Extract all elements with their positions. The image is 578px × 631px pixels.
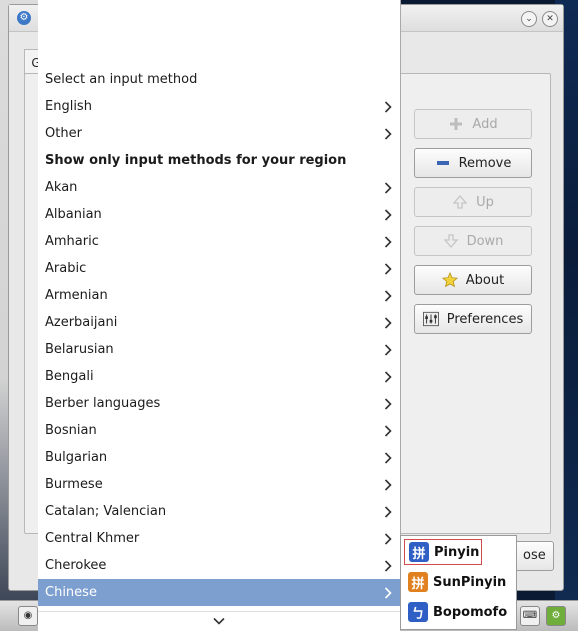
menu-item-berber-languages[interactable]: Berber languages	[38, 390, 400, 417]
chevron-right-icon	[384, 444, 394, 471]
menu-item-label: Albanian	[45, 207, 102, 222]
chevron-right-icon	[384, 525, 394, 552]
about-button-label: About	[465, 272, 505, 288]
down-button-label: Down	[466, 233, 504, 249]
menu-item-bengali[interactable]: Bengali	[38, 363, 400, 390]
pinyin-icon: 拼	[409, 542, 429, 562]
menu-item-akan[interactable]: Akan	[38, 174, 400, 201]
menu-heading: Show only input methods for your region	[38, 147, 400, 174]
menu-item-azerbaijani[interactable]: Azerbaijani	[38, 309, 400, 336]
menu-item-label: Select an input method	[45, 72, 198, 87]
menu-item-label: Show only input methods for your region	[45, 153, 347, 168]
chevron-right-icon	[384, 363, 394, 390]
menu-item-label: Belarusian	[45, 342, 114, 357]
menu-item-belarusian[interactable]: Belarusian	[38, 336, 400, 363]
chevron-right-icon	[384, 552, 394, 579]
menu-item-albanian[interactable]: Albanian	[38, 201, 400, 228]
submenu-item-label: SunPinyin	[433, 574, 507, 590]
menu-item-label: Central Khmer	[45, 531, 140, 546]
menu-item-cherokee[interactable]: Cherokee	[38, 552, 400, 579]
chevron-down-icon	[213, 614, 225, 629]
preferences-button-label: Preferences	[446, 311, 524, 327]
chevron-right-icon	[384, 417, 394, 444]
chevron-right-icon	[384, 579, 394, 606]
menu-item-bulgarian[interactable]: Bulgarian	[38, 444, 400, 471]
settings-icon: ⚙	[17, 11, 31, 25]
arrow-down-icon	[443, 233, 459, 249]
submenu-item-bopomofo[interactable]: ㄅ Bopomofo	[404, 599, 512, 625]
submenu-item-sunpinyin[interactable]: 拼 SunPinyin	[404, 569, 512, 595]
menu-title: Select an input method	[38, 66, 400, 93]
chevron-right-icon	[384, 498, 394, 525]
menu-item-label: Akan	[45, 180, 78, 195]
submenu-item-label: Pinyin	[434, 544, 480, 560]
plus-icon	[448, 116, 464, 132]
up-button[interactable]: Up	[414, 187, 532, 217]
add-button-label: Add	[472, 116, 498, 132]
up-button-label: Up	[476, 194, 494, 210]
chevron-right-icon	[384, 174, 394, 201]
minus-icon	[435, 155, 451, 171]
menu-item-label: Amharic	[45, 234, 99, 249]
chevron-right-icon	[384, 201, 394, 228]
remove-button[interactable]: Remove	[414, 148, 532, 178]
menu-item-bosnian[interactable]: Bosnian	[38, 417, 400, 444]
menu-item-label: Bengali	[45, 369, 94, 384]
chevron-right-icon	[384, 336, 394, 363]
menu-item-label: Other	[45, 126, 82, 141]
menu-item-label: Chinese	[45, 585, 97, 600]
add-button[interactable]: Add	[414, 109, 532, 139]
chevron-right-icon	[384, 228, 394, 255]
close-icon[interactable]: ✕	[542, 11, 558, 27]
menu-item-label: Burmese	[45, 477, 103, 492]
menu-item-label: Azerbaijani	[45, 315, 118, 330]
keyboard-icon[interactable]: ⌨	[520, 606, 540, 626]
menu-item-label: Berber languages	[45, 396, 161, 411]
chevron-right-icon	[384, 471, 394, 498]
menu-item-label: Arabic	[45, 261, 87, 276]
minimize-icon[interactable]: ⌄	[521, 11, 537, 27]
menu-item-label: Cherokee	[45, 558, 107, 573]
submenu-item-pinyin[interactable]: 拼 Pinyin	[404, 539, 482, 565]
chevron-right-icon	[384, 93, 394, 120]
menu-item-catalan-valencian[interactable]: Catalan; Valencian	[38, 498, 400, 525]
menu-item-label: English	[45, 99, 92, 114]
chevron-right-icon	[384, 120, 394, 147]
taskbar-app-icon[interactable]: ◉	[18, 606, 38, 626]
remove-button-label: Remove	[458, 155, 512, 171]
chevron-right-icon	[384, 390, 394, 417]
input-method-menu: Select an input method English Other Show o…	[38, 0, 401, 631]
about-button[interactable]: About	[414, 265, 532, 295]
preferences-icon	[422, 311, 439, 327]
arrow-up-icon	[452, 194, 468, 210]
chevron-right-icon	[384, 309, 394, 336]
menu-item-chinese[interactable]: Chinese	[38, 579, 400, 606]
menu-item-other[interactable]: Other	[38, 120, 400, 147]
menu-item-arabic[interactable]: Arabic	[38, 255, 400, 282]
chinese-submenu: 拼 Pinyin 拼 SunPinyin ㄅ Bopomofo	[400, 535, 517, 630]
menu-item-burmese[interactable]: Burmese	[38, 471, 400, 498]
star-icon	[441, 271, 458, 288]
scroll-down-arrow[interactable]	[38, 611, 400, 631]
menu-item-label: Bosnian	[45, 423, 97, 438]
bopomofo-icon: ㄅ	[408, 602, 428, 622]
menu-item-central-khmer[interactable]: Central Khmer	[38, 525, 400, 552]
chevron-right-icon	[384, 255, 394, 282]
menu-item-english[interactable]: English	[38, 93, 400, 120]
menu-item-armenian[interactable]: Armenian	[38, 282, 400, 309]
ime-tray-icon[interactable]: ⚙	[546, 606, 566, 626]
down-button[interactable]: Down	[414, 226, 532, 256]
menu-item-label: Armenian	[45, 288, 108, 303]
menu-item-label: Bulgarian	[45, 450, 108, 465]
submenu-item-label: Bopomofo	[433, 604, 508, 620]
preferences-button[interactable]: Preferences	[414, 304, 532, 334]
menu-item-label: Catalan; Valencian	[45, 504, 167, 519]
chevron-right-icon	[384, 282, 394, 309]
sunpinyin-icon: 拼	[408, 572, 428, 592]
menu-item-amharic[interactable]: Amharic	[38, 228, 400, 255]
